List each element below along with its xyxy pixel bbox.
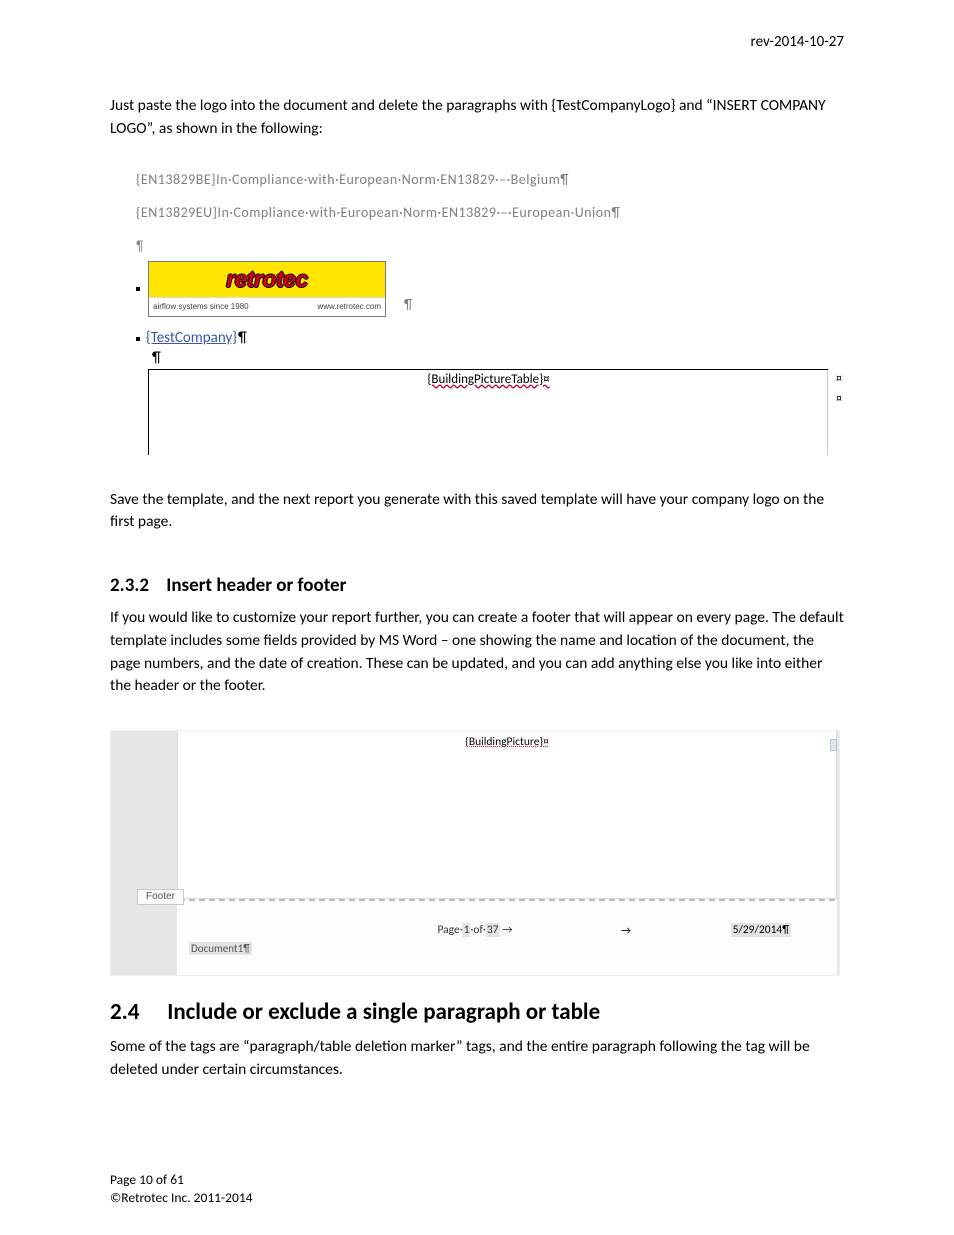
section-2-4-body: Some of the tags are “paragraph/table de… (110, 1036, 844, 1082)
save-template-paragraph: Save the template, and the next report y… (110, 489, 844, 535)
figure-word-template: {EN13829BE}In·Compliance·with·European·N… (136, 171, 836, 455)
logo-tagline-left: airflow systems since 1980 (153, 302, 249, 311)
heading-2-4: 2.4 Include or exclude a single paragrap… (110, 998, 844, 1026)
tab-arrow-icon: → (621, 924, 631, 937)
logo-banner: retrotec (149, 262, 385, 298)
heading-title: Insert header or footer (166, 574, 346, 597)
buildingpicture-tag: {BuildingPicture}¤ (465, 735, 549, 749)
footer-page-field: Page·1·of·37 → (437, 923, 512, 937)
template-line-en13829eu: {EN13829EU}In·Compliance·with·European·N… (136, 204, 836, 221)
word-left-gutter (111, 731, 177, 976)
page-number: Page 10 of 61 (110, 1171, 253, 1189)
cell-mark-icon: ¤ (836, 372, 842, 386)
logo-brand-text: retrotec (226, 266, 308, 293)
section-2-3-2-body: If you would like to customize your repo… (110, 607, 844, 698)
template-line-en13829be: {EN13829BE}In·Compliance·with·European·N… (136, 171, 836, 188)
footer-tab-label: Footer (137, 889, 184, 905)
pilcrow-mark: ¶ (404, 296, 412, 313)
footer-date-field: 5/29/2014¶ (731, 923, 791, 937)
pilcrow-mark: ¶ (136, 237, 836, 253)
figure-word-footer: {BuildingPicture}¤ Footer Document1¶ Pag… (110, 730, 840, 976)
revision-header: rev-2014-10-27 (751, 33, 844, 51)
logo-tagline-bar: airflow systems since 1980 www.retrotec.… (149, 298, 385, 316)
buildingpicturetable-tag: {BuildingPictureTable}¤ (427, 372, 549, 387)
company-logo: retrotec airflow systems since 1980 www.… (148, 261, 386, 317)
heading-number: 2.3.2 (110, 574, 162, 597)
list-bullet-icon (136, 337, 140, 341)
pilcrow-mark: ¶ (238, 329, 247, 347)
word-right-gutter (837, 731, 839, 976)
page-body: Just paste the logo into the document an… (110, 0, 844, 1082)
template-table-frame: {BuildingPictureTable}¤ ¤ ¤ (148, 369, 828, 455)
cell-mark-icon: ¤ (836, 392, 842, 406)
heading-number: 2.4 (110, 998, 162, 1026)
word-document-area: {BuildingPicture}¤ (177, 731, 837, 899)
logo-row: retrotec airflow systems since 1980 www.… (136, 261, 836, 317)
testcompany-row: {TestCompany} ¶ (136, 329, 836, 347)
page-footer: Page 10 of 61 ©Retrotec Inc. 2011-2014 (110, 1171, 253, 1207)
heading-2-3-2: 2.3.2 Insert header or footer (110, 574, 844, 597)
logo-tagline-right: www.retrotec.com (317, 302, 381, 311)
list-bullet-icon (136, 287, 140, 291)
scrollbar-thumb-icon (830, 739, 837, 751)
copyright: ©Retrotec Inc. 2011-2014 (110, 1189, 253, 1207)
intro-paragraph: Just paste the logo into the document an… (110, 95, 844, 141)
testcompany-tag: {TestCompany} (146, 329, 237, 347)
document-page: rev-2014-10-27 Just paste the logo into … (0, 0, 954, 1235)
footer-document-field: Document1¶ (189, 942, 252, 955)
heading-title: Include or exclude a single paragraph or… (167, 998, 600, 1026)
footer-boundary-line (179, 899, 835, 901)
pilcrow-mark: ¶ (152, 349, 836, 367)
